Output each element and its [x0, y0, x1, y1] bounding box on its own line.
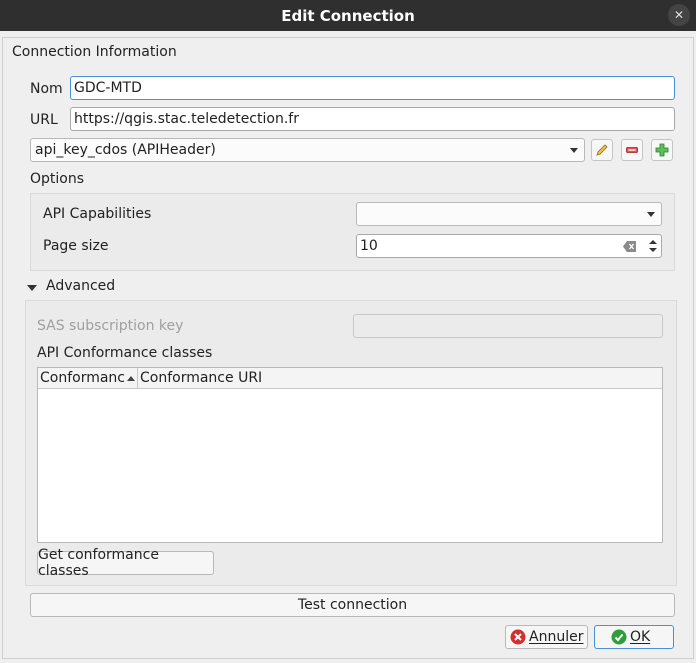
dialog-title: Edit Connection — [281, 6, 415, 25]
cancel-button-label: Annuler — [529, 629, 584, 645]
authentication-select[interactable]: api_key_cdos (APIHeader) — [30, 138, 585, 162]
sas-key-field — [353, 314, 663, 338]
chevron-down-icon — [647, 212, 655, 217]
remove-icon — [626, 147, 638, 153]
ok-button[interactable]: OK — [594, 625, 674, 649]
remove-auth-button[interactable] — [621, 139, 643, 161]
add-auth-button[interactable] — [651, 139, 673, 161]
check-icon — [611, 629, 627, 645]
api-capabilities-select[interactable] — [356, 202, 662, 226]
chevron-down-icon — [570, 148, 578, 153]
close-icon[interactable]: ✕ — [668, 4, 690, 26]
url-field[interactable]: https://qgis.stac.teledetection.fr — [70, 107, 675, 131]
conformance-title: API Conformance classes — [37, 345, 213, 361]
page-size-spinbox[interactable]: 10 — [356, 234, 662, 258]
edit-connection-dialog: Edit Connection ✕ Connection Information… — [0, 0, 696, 663]
advanced-panel: SAS subscription key API Conformance cla… — [25, 300, 677, 586]
spin-up-icon[interactable] — [649, 240, 657, 244]
cancel-icon — [510, 629, 526, 645]
test-connection-button[interactable]: Test connection — [30, 593, 675, 617]
group-title: Connection Information — [12, 44, 177, 60]
name-field[interactable]: GDC-MTD — [70, 76, 675, 100]
add-icon — [655, 143, 669, 157]
clear-icon[interactable] — [623, 241, 637, 252]
column-header-conformance[interactable]: Conformanc — [38, 368, 138, 389]
dialog-body: Connection Information Nom GDC-MTD URL h… — [0, 31, 696, 663]
sas-key-label: SAS subscription key — [37, 318, 184, 334]
edit-auth-button[interactable] — [591, 139, 613, 161]
page-size-label: Page size — [43, 238, 109, 254]
get-conformance-classes-button[interactable]: Get conformance classes — [37, 547, 214, 579]
collapse-triangle-icon[interactable] — [27, 283, 37, 293]
title-bar: Edit Connection ✕ — [0, 0, 696, 31]
column-header-conformance-uri-label: Conformance URI — [140, 370, 263, 386]
page-size-value: 10 — [360, 238, 378, 254]
spin-down-icon[interactable] — [649, 248, 657, 252]
api-capabilities-label: API Capabilities — [43, 206, 152, 222]
url-label: URL — [30, 112, 58, 128]
options-panel: API Capabilities Page size 10 — [30, 193, 675, 271]
cancel-button[interactable]: Annuler — [505, 625, 588, 649]
ok-button-label: OK — [630, 629, 651, 645]
name-label: Nom — [30, 81, 63, 97]
authentication-select-value: api_key_cdos (APIHeader) — [35, 142, 216, 158]
advanced-title[interactable]: Advanced — [46, 278, 115, 294]
sort-ascending-icon — [127, 376, 135, 381]
connection-information-group: Connection Information Nom GDC-MTD URL h… — [2, 37, 694, 659]
column-header-conformance-label: Conformanc — [40, 370, 126, 386]
column-header-conformance-uri[interactable]: Conformance URI — [138, 368, 662, 389]
conformance-table[interactable]: Conformanc Conformance URI — [37, 367, 663, 543]
options-title: Options — [30, 171, 85, 187]
pencil-icon — [596, 144, 608, 156]
